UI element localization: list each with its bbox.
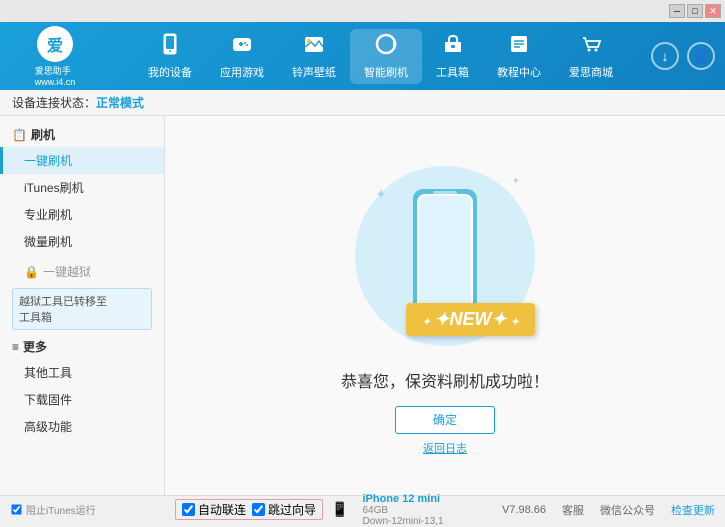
advanced-label: 高级功能 bbox=[24, 420, 72, 434]
sparkle-tr: ✦ bbox=[512, 176, 520, 187]
download-fw-label: 下载固件 bbox=[24, 393, 72, 407]
nav-right: ↓ 👤 bbox=[651, 42, 715, 70]
check-update-link[interactable]: 检查更新 bbox=[671, 502, 715, 518]
bottom-checkboxes: 自动联连 跳过向导 bbox=[175, 499, 323, 520]
nav-mydevice[interactable]: 我的设备 bbox=[134, 33, 206, 80]
itunes-checkbox[interactable] bbox=[11, 504, 21, 514]
logo-name: 爱思助手 bbox=[35, 64, 76, 77]
logo-area: 爱 爱思助手 www.i4.cn bbox=[10, 26, 100, 87]
sidebar-section-jailbreak: 🔒 一键越狱 越狱工具已转移至工具箱 bbox=[0, 259, 164, 330]
itunes-label: 阻止iTunes运行 bbox=[26, 502, 96, 517]
skip-guide-label: 跳过向导 bbox=[268, 501, 316, 518]
skip-guide-input[interactable] bbox=[252, 503, 265, 516]
customer-service-link[interactable]: 客服 bbox=[562, 502, 584, 518]
sidebar-item-advanced[interactable]: 高级功能 bbox=[0, 413, 164, 440]
tutorial-icon bbox=[508, 33, 530, 61]
sidebar-jailbreak-header: 🔒 一键越狱 bbox=[0, 259, 164, 284]
sidebar-flash-header: 📋 刷机 bbox=[0, 122, 164, 147]
return-link[interactable]: 返回日志 bbox=[423, 440, 467, 456]
new-badge: ✦NEW✦ bbox=[406, 303, 535, 336]
flash-icon: 📋 bbox=[12, 128, 27, 142]
smartflash-icon bbox=[375, 33, 397, 61]
device-storage: 64GB bbox=[362, 505, 443, 516]
sidebar-section-more: ≡ 更多 其他工具 下载固件 高级功能 bbox=[0, 334, 164, 440]
version-number: V7.98.66 bbox=[502, 504, 546, 516]
title-bar: ─ □ ✕ bbox=[0, 0, 725, 22]
micro-label: 微量刷机 bbox=[24, 235, 72, 249]
nav-appgame[interactable]: 应用游戏 bbox=[206, 33, 278, 80]
device-info: iPhone 12 mini 64GB Down-12mini-13,1 bbox=[362, 493, 443, 527]
confirm-button[interactable]: 确定 bbox=[395, 406, 495, 434]
auto-connect-label: 自动联连 bbox=[198, 501, 246, 518]
mall-label: 爱思商城 bbox=[569, 64, 613, 80]
nav-mall[interactable]: 爱思商城 bbox=[555, 33, 627, 80]
sidebar-item-download[interactable]: 下载固件 bbox=[0, 386, 164, 413]
sidebar-section-flash: 📋 刷机 一键刷机 iTunes刷机 专业刷机 微量刷机 bbox=[0, 122, 164, 255]
main-content: 📋 刷机 一键刷机 iTunes刷机 专业刷机 微量刷机 🔒 一键越狱 bbox=[0, 116, 725, 495]
device-model: Down-12mini-13,1 bbox=[362, 516, 443, 527]
minimize-btn[interactable]: ─ bbox=[669, 4, 685, 18]
logo-icon: 爱 bbox=[37, 26, 73, 62]
status-bar: 设备连接状态： 正常模式 bbox=[0, 90, 725, 116]
nav-smartflash[interactable]: 智能刷机 bbox=[350, 29, 422, 84]
flash-title: 刷机 bbox=[31, 126, 55, 143]
more-icon: ≡ bbox=[12, 340, 19, 354]
toolbox-label: 工具箱 bbox=[436, 64, 469, 80]
sidebar-item-othertools[interactable]: 其他工具 bbox=[0, 359, 164, 386]
download-btn[interactable]: ↓ bbox=[651, 42, 679, 70]
success-card: ✦ ✦ ✦NEW✦ bbox=[341, 156, 549, 456]
pro-label: 专业刷机 bbox=[24, 208, 72, 222]
auto-connect-input[interactable] bbox=[182, 503, 195, 516]
mydevice-label: 我的设备 bbox=[148, 64, 192, 80]
jailbreak-title: 一键越狱 bbox=[43, 263, 91, 280]
itunes-label: iTunes刷机 bbox=[24, 181, 84, 195]
sidebar-more-header: ≡ 更多 bbox=[0, 334, 164, 359]
skip-guide-checkbox[interactable]: 跳过向导 bbox=[252, 501, 316, 518]
sidebar-item-micro[interactable]: 微量刷机 bbox=[0, 228, 164, 255]
auto-connect-checkbox[interactable]: 自动联连 bbox=[182, 501, 246, 518]
status-prefix: 设备连接状态： bbox=[12, 94, 96, 111]
sidebar-item-pro[interactable]: 专业刷机 bbox=[0, 201, 164, 228]
more-title: 更多 bbox=[23, 338, 47, 355]
appgame-label: 应用游戏 bbox=[220, 64, 264, 80]
close-btn[interactable]: ✕ bbox=[705, 4, 721, 18]
wechat-public-link[interactable]: 微信公众号 bbox=[600, 502, 655, 518]
smartflash-label: 智能刷机 bbox=[364, 64, 408, 80]
device-icon: 📱 bbox=[331, 501, 348, 518]
version-info: V7.98.66 客服 微信公众号 检查更新 bbox=[502, 502, 715, 518]
content-area: ✦ ✦ ✦NEW✦ bbox=[165, 116, 725, 495]
othertools-label: 其他工具 bbox=[24, 366, 72, 380]
mall-icon bbox=[580, 33, 602, 61]
status-value: 正常模式 bbox=[96, 94, 144, 111]
bottom-bar: 阻止iTunes运行 自动联连 跳过向导 📱 iPhone 12 mini 64… bbox=[0, 495, 725, 523]
wallpaper-icon bbox=[303, 33, 325, 61]
logo-url: www.i4.cn bbox=[35, 77, 76, 87]
tutorial-label: 教程中心 bbox=[497, 64, 541, 80]
lock-icon: 🔒 bbox=[24, 265, 39, 279]
onekey-label: 一键刷机 bbox=[24, 154, 72, 168]
top-nav: 爱 爱思助手 www.i4.cn 我的设备 应用游戏 铃声壁纸 bbox=[0, 22, 725, 90]
nav-wallpaper[interactable]: 铃声壁纸 bbox=[278, 33, 350, 80]
device-section: 📱 iPhone 12 mini 64GB Down-12mini-13,1 bbox=[331, 493, 444, 527]
jailbreak-note: 越狱工具已转移至工具箱 bbox=[12, 288, 152, 330]
itunes-status: 阻止iTunes运行 bbox=[0, 495, 165, 523]
sidebar: 📋 刷机 一键刷机 iTunes刷机 专业刷机 微量刷机 🔒 一键越狱 bbox=[0, 116, 165, 495]
phone-illustration: ✦ ✦ ✦NEW✦ bbox=[345, 156, 545, 356]
nav-items: 我的设备 应用游戏 铃声壁纸 智能刷机 工具箱 bbox=[110, 29, 651, 84]
appgame-icon bbox=[231, 33, 253, 61]
toolbox-icon bbox=[442, 33, 464, 61]
maximize-btn[interactable]: □ bbox=[687, 4, 703, 18]
wallpaper-label: 铃声壁纸 bbox=[292, 64, 336, 80]
device-name: iPhone 12 mini bbox=[362, 493, 443, 505]
sidebar-item-itunes[interactable]: iTunes刷机 bbox=[0, 174, 164, 201]
new-ribbon: ✦NEW✦ bbox=[406, 303, 535, 336]
mydevice-icon bbox=[159, 33, 181, 61]
success-text: 恭喜您，保资料刷机成功啦！ bbox=[341, 368, 549, 392]
nav-tutorial[interactable]: 教程中心 bbox=[483, 33, 555, 80]
user-btn[interactable]: 👤 bbox=[687, 42, 715, 70]
sparkle-tl: ✦ bbox=[375, 186, 387, 203]
sidebar-item-onekey[interactable]: 一键刷机 bbox=[0, 147, 164, 174]
nav-toolbox[interactable]: 工具箱 bbox=[422, 33, 483, 80]
